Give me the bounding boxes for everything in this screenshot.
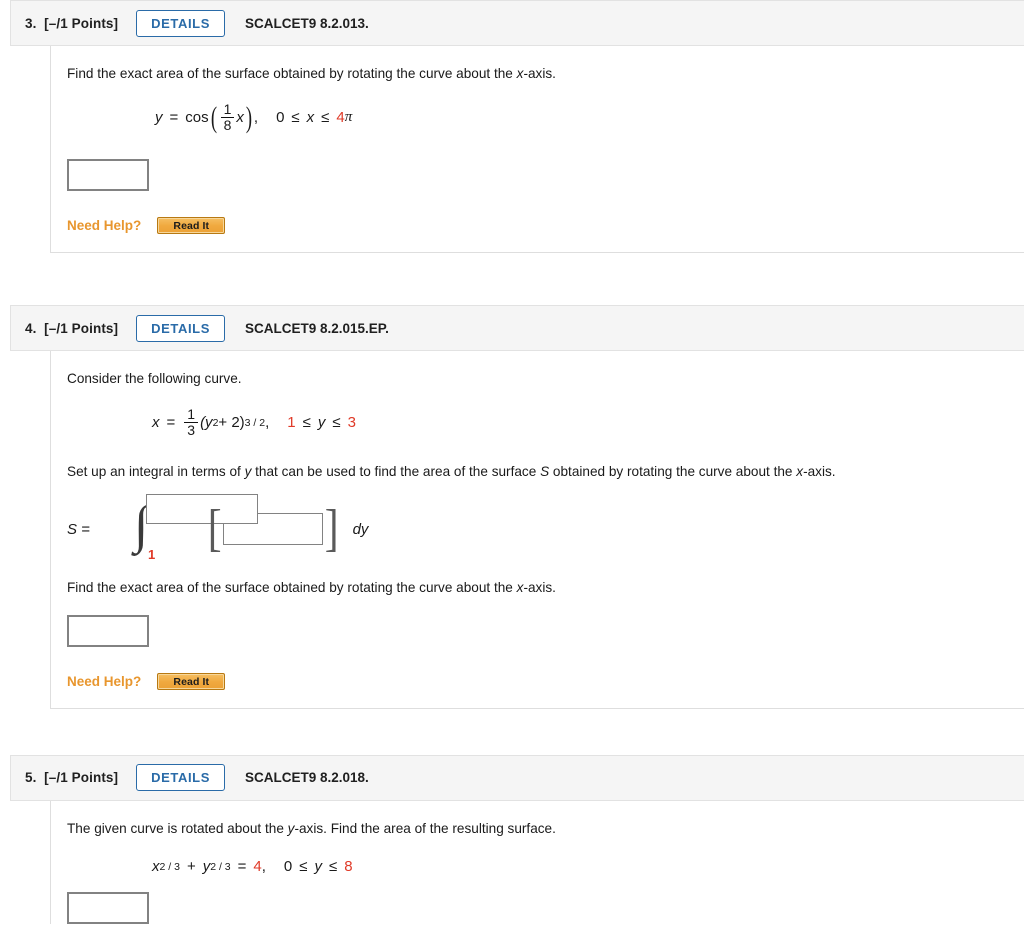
right-bracket-icon: ] — [324, 500, 339, 558]
problem-4-equation: x = 1 3 (y 2 + 2) 3 / 2 , 1 ≤ y ≤ 3 — [152, 406, 356, 439]
differential-label: dy — [352, 520, 369, 538]
problem-4-code: SCALCET9 8.2.015.EP. — [245, 320, 389, 336]
problem-3-answer-input[interactable] — [67, 159, 149, 192]
problem-3-need-help: Need Help? Read It — [67, 217, 1024, 235]
problem-3-details-button[interactable]: DETAILS — [136, 9, 225, 37]
problem-3-code: SCALCET9 8.2.013. — [245, 15, 369, 31]
problem-3-number: 3. [–/1 Points] — [25, 15, 119, 31]
problem-5-number: 5. [–/1 Points] — [25, 770, 119, 786]
problem-4-need-help: Need Help? Read It — [67, 672, 1024, 690]
need-help-label: Need Help? — [67, 218, 142, 234]
section-gap-1 — [0, 253, 1024, 305]
problem-4-answer-input[interactable] — [67, 614, 149, 647]
problem-4: 4. [–/1 Points] DETAILS SCALCET9 8.2.015… — [0, 305, 1024, 709]
problem-4-prompt-2: Find the exact area of the surface obtai… — [67, 580, 556, 596]
problem-3-equation: y = cos ( 1 8 x ) , 0 ≤ x ≤ 4π — [155, 100, 353, 134]
left-bracket-icon: [ — [207, 500, 222, 558]
problem-3: 3. [–/1 Points] DETAILS SCALCET9 8.2.013… — [0, 0, 1024, 254]
problem-5-body: The given curve is rotated about the y-a… — [50, 800, 1024, 925]
problem-4-body: Consider the following curve. x = 1 3 (y… — [50, 351, 1024, 709]
section-gap-2 — [0, 709, 1024, 755]
problem-3-body: Find the exact area of the surface obtai… — [50, 46, 1024, 254]
right-paren: ) — [245, 100, 253, 134]
fraction-one-eighth: 1 8 — [220, 102, 235, 133]
problem-4-integral-setup: S = ∫ 1 [ ] dy — [67, 494, 1024, 563]
integral-upper-limit — [145, 494, 258, 525]
fraction-one-third: 1 3 — [184, 407, 199, 438]
problem-5-details-button[interactable]: DETAILS — [136, 764, 225, 792]
integral-s-label: S = — [67, 520, 90, 538]
problem-5-prompt: The given curve is rotated about the y-a… — [67, 820, 556, 836]
integral-lower-limit: 1 — [147, 547, 156, 563]
problem-3-header: 3. [–/1 Points] DETAILS SCALCET9 8.2.013… — [10, 0, 1024, 46]
problem-3-read-it-button[interactable]: Read It — [157, 217, 226, 235]
problem-4-prompt: Consider the following curve. — [67, 371, 242, 387]
problem-4-read-it-button[interactable]: Read It — [157, 672, 226, 690]
need-help-label: Need Help? — [67, 673, 142, 689]
left-paren: ( — [210, 100, 217, 134]
integral-symbol-group: ∫ 1 — [100, 494, 258, 563]
problem-5: 5. [–/1 Points] DETAILS SCALCET9 8.2.018… — [0, 754, 1024, 925]
problem-5-answer-input[interactable] — [67, 892, 149, 925]
problem-4-header: 4. [–/1 Points] DETAILS SCALCET9 8.2.015… — [10, 305, 1024, 352]
integral-upper-limit-input[interactable] — [145, 494, 258, 525]
problem-5-code: SCALCET9 8.2.018. — [245, 770, 369, 786]
problem-4-number: 4. [–/1 Points] — [25, 320, 119, 336]
problem-3-prompt: Find the exact area of the surface obtai… — [67, 66, 556, 81]
problem-4-setup-prompt: Set up an integral in terms of y that ca… — [67, 464, 836, 480]
assignment-page: 3. [–/1 Points] DETAILS SCALCET9 8.2.013… — [0, 0, 1024, 925]
problem-5-header: 5. [–/1 Points] DETAILS SCALCET9 8.2.018… — [10, 754, 1024, 801]
problem-5-equation: x2 / 3 + y2 / 3 = 4, 0 ≤ y ≤ 8 — [152, 858, 353, 876]
problem-4-details-button[interactable]: DETAILS — [136, 314, 225, 342]
